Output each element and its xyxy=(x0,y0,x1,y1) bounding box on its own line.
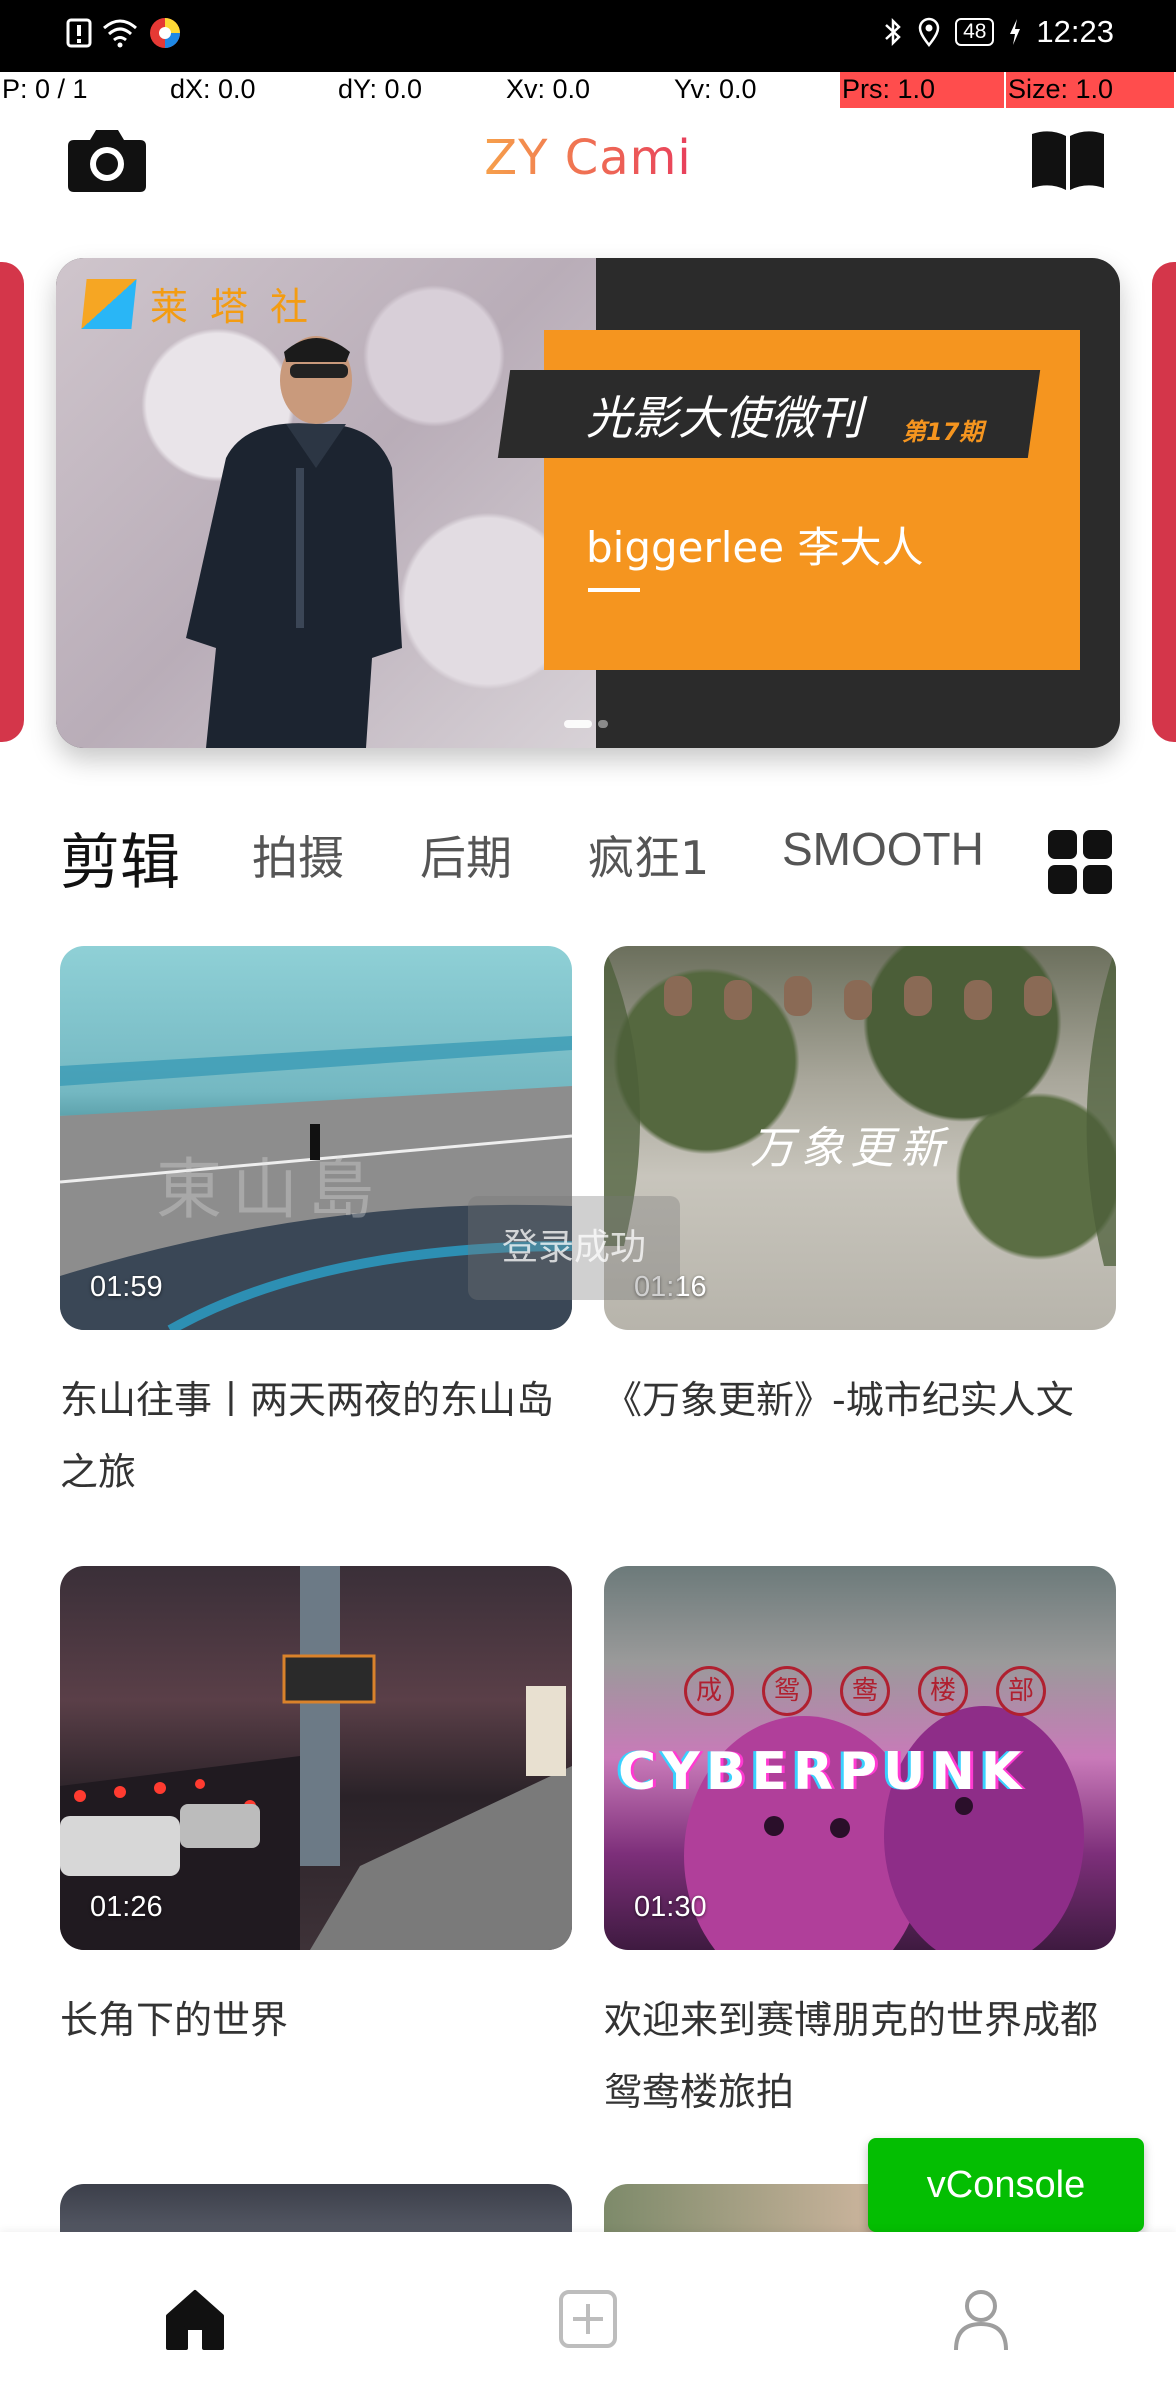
status-icons-right: 48 12:23 xyxy=(883,14,1114,50)
banner-issue: 第17期 xyxy=(902,418,984,446)
status-time: 12:23 xyxy=(1036,14,1114,49)
debug-pressure: Prs: 1.0 xyxy=(840,72,1004,108)
brand-logo-icon xyxy=(81,278,137,329)
tab-post[interactable]: 后期 xyxy=(420,822,512,888)
carousel-dot xyxy=(598,720,608,728)
video-duration: 01:59 xyxy=(90,1271,163,1303)
seal-char: 鸳 xyxy=(762,1666,812,1716)
app-badge-icon xyxy=(150,18,180,48)
tab-crazy[interactable]: 疯狂1 xyxy=(588,822,709,888)
vconsole-button[interactable]: vConsole xyxy=(868,2138,1144,2232)
charging-icon xyxy=(1010,19,1021,45)
status-bar: 48 12:23 xyxy=(0,0,1176,72)
grid-cell xyxy=(1048,830,1077,859)
seal-char: 部 xyxy=(996,1666,1046,1716)
banner-author: biggerlee 李大人 xyxy=(586,523,924,572)
tab-edit[interactable]: 剪辑 xyxy=(60,814,180,901)
grid-cell xyxy=(1048,865,1077,894)
seal-char: 成 xyxy=(684,1666,734,1716)
carousel-next-peek[interactable] xyxy=(1152,262,1176,742)
app-title: ZY Cami xyxy=(0,126,1176,202)
pointer-debug-bar: P: 0 / 1 dX: 0.0 dY: 0.0 Xv: 0.0 Yv: 0.0… xyxy=(0,72,1176,108)
add-square-icon[interactable] xyxy=(553,2284,623,2354)
video-title[interactable]: 长角下的世界 xyxy=(60,1984,572,2056)
seal-char: 楼 xyxy=(918,1666,968,1716)
app-title-text: ZY Cami xyxy=(484,130,691,186)
carousel-prev-peek[interactable] xyxy=(0,262,24,742)
grid-cell xyxy=(1083,830,1112,859)
status-icons-left xyxy=(66,16,182,50)
notification-icon xyxy=(66,18,92,48)
video-card[interactable]: 万象更新 01:16 《万象更新》-城市纪实人文 xyxy=(604,946,1116,1436)
debug-dy: dY: 0.0 xyxy=(338,74,423,104)
debug-size: Size: 1.0 xyxy=(1006,72,1174,108)
carousel-dot-active xyxy=(564,720,592,728)
video-card[interactable]: 01:26 长角下的世界 xyxy=(60,1566,572,2056)
debug-pointer: P: 0 / 1 xyxy=(2,74,88,104)
login-success-toast: 登录成功 xyxy=(468,1196,680,1300)
banner-carousel[interactable]: 莱塔社 光影大使微刊 第17期 biggerlee 李大人 xyxy=(56,258,1120,748)
video-title[interactable]: 《万象更新》-城市纪实人文 xyxy=(604,1364,1116,1436)
category-tabs: 剪辑 拍摄 后期 疯狂1 SMOOTH xyxy=(60,822,1060,902)
grid-icon[interactable] xyxy=(1048,830,1112,894)
book-open-icon[interactable] xyxy=(1030,128,1106,192)
tab-smooth[interactable]: SMOOTH xyxy=(782,822,1044,876)
tab-shoot[interactable]: 拍摄 xyxy=(252,822,344,888)
bottom-navigation xyxy=(0,2232,1176,2400)
video-duration: 01:26 xyxy=(90,1891,163,1923)
cyberpunk-seal-row: 成 鸳 鸯 楼 部 xyxy=(684,1666,1046,1716)
carousel-indicator xyxy=(564,720,608,728)
debug-yv: Yv: 0.0 xyxy=(674,74,757,104)
video-duration: 01:30 xyxy=(634,1891,707,1923)
video-overlay-text: 万象更新 xyxy=(750,1123,950,1174)
video-overlay-text: CYBERPUNK xyxy=(618,1742,1028,1802)
banner-person-image xyxy=(186,336,402,748)
video-overlay-text: 東山島 xyxy=(156,1151,384,1228)
video-card[interactable]: 成 鸳 鸯 楼 部 CYBERPUNK 01:30 欢迎来到赛博朋克的世界成都鸳… xyxy=(604,1566,1116,2128)
bluetooth-icon xyxy=(885,17,901,47)
video-thumbnail[interactable]: 01:26 xyxy=(60,1566,572,1950)
video-thumbnail[interactable]: 万象更新 01:16 xyxy=(604,946,1116,1330)
video-thumbnail[interactable]: 成 鸳 鸯 楼 部 CYBERPUNK 01:30 xyxy=(604,1566,1116,1950)
video-title[interactable]: 东山往事丨两天两夜的东山岛之旅 xyxy=(60,1364,572,1508)
debug-xv: Xv: 0.0 xyxy=(506,74,591,104)
app-header: ZY Cami xyxy=(0,108,1176,218)
banner-headline: 光影大使微刊 xyxy=(586,391,862,445)
user-icon[interactable] xyxy=(946,2284,1016,2354)
battery-level: 48 xyxy=(955,18,995,46)
grid-cell xyxy=(1083,865,1112,894)
wifi-icon xyxy=(103,19,137,48)
location-icon xyxy=(918,17,940,47)
banner-author-underline xyxy=(588,588,640,592)
seal-char: 鸯 xyxy=(840,1666,890,1716)
app-title-logo: ZY Cami xyxy=(484,130,691,186)
debug-dx: dX: 0.0 xyxy=(170,74,256,104)
home-icon[interactable] xyxy=(160,2284,230,2354)
video-title[interactable]: 欢迎来到赛博朋克的世界成都鸳鸯楼旅拍 xyxy=(604,1984,1116,2128)
